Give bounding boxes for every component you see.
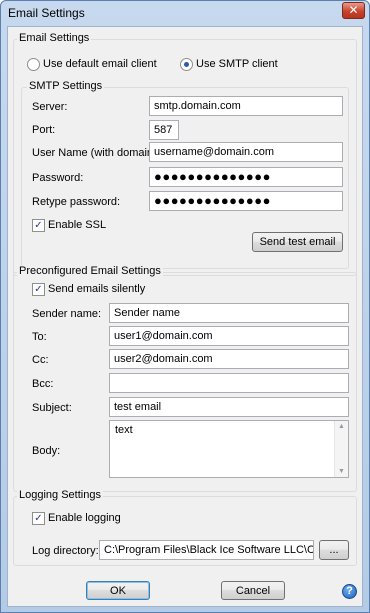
enable-ssl-label[interactable]: Enable SSL: [48, 219, 106, 231]
email-settings-legend: Email Settings: [17, 32, 92, 44]
browse-button[interactable]: ...: [319, 540, 349, 560]
port-input[interactable]: 587: [149, 120, 179, 140]
window-title: Email Settings: [8, 6, 85, 20]
radio-smtp-client-label[interactable]: Use SMTP client: [196, 58, 278, 70]
cc-input[interactable]: user2@domain.com: [109, 349, 349, 369]
radio-default-client[interactable]: [27, 58, 40, 71]
to-label: To:: [32, 331, 47, 343]
checkmark-icon: ✓: [34, 513, 43, 524]
body-text: text: [115, 424, 133, 436]
close-button[interactable]: ✕: [342, 2, 365, 19]
enable-ssl-checkbox[interactable]: ✓: [32, 219, 45, 232]
ok-button[interactable]: OK: [86, 581, 150, 600]
enable-logging-label[interactable]: Enable logging: [48, 512, 121, 524]
body-textarea[interactable]: text ▲ ▼: [109, 420, 349, 478]
log-directory-input[interactable]: C:\Program Files\Black Ice Software LLC\…: [99, 540, 314, 560]
cc-label: Cc:: [32, 354, 49, 366]
bcc-input[interactable]: [109, 373, 349, 393]
logging-legend: Logging Settings: [17, 489, 103, 501]
scroll-down-icon[interactable]: ▼: [335, 468, 348, 475]
send-silently-checkbox[interactable]: ✓: [32, 283, 45, 296]
retype-password-label: Retype password:: [32, 196, 121, 208]
body-label: Body:: [32, 445, 61, 457]
server-input[interactable]: smtp.domain.com: [149, 96, 343, 116]
body-scrollbar[interactable]: ▲ ▼: [334, 421, 348, 477]
password-label: Password:: [32, 172, 84, 184]
radio-default-client-label[interactable]: Use default email client: [43, 58, 157, 70]
dialog-client-area: Email Settings Use default email client …: [7, 26, 363, 607]
close-icon: ✕: [348, 3, 359, 17]
password-input[interactable]: ●●●●●●●●●●●●●●: [149, 167, 343, 187]
title-bar[interactable]: Email Settings ✕: [1, 1, 369, 25]
smtp-settings-legend: SMTP Settings: [27, 80, 105, 92]
help-icon[interactable]: ?: [342, 584, 357, 599]
radio-selected-dot: [184, 62, 189, 67]
subject-input[interactable]: test email: [109, 397, 349, 417]
sender-name-label: Sender name:: [32, 308, 102, 320]
checkmark-icon: ✓: [34, 220, 43, 231]
send-silently-label[interactable]: Send emails silently: [48, 283, 145, 295]
preconfigured-legend: Preconfigured Email Settings: [17, 265, 163, 277]
radio-smtp-client[interactable]: [180, 58, 193, 71]
send-test-email-button[interactable]: Send test email: [252, 232, 343, 252]
enable-logging-checkbox[interactable]: ✓: [32, 512, 45, 525]
retype-password-input[interactable]: ●●●●●●●●●●●●●●: [149, 191, 343, 211]
username-input[interactable]: username@domain.com: [149, 142, 343, 162]
help-glyph: ?: [346, 585, 353, 597]
subject-label: Subject:: [32, 402, 72, 414]
bcc-label: Bcc:: [32, 378, 54, 390]
sender-name-input[interactable]: Sender name: [109, 303, 349, 323]
log-directory-label: Log directory:: [32, 545, 99, 557]
scroll-up-icon[interactable]: ▲: [335, 423, 348, 430]
port-label: Port:: [32, 124, 56, 136]
username-label: User Name (with domain):: [32, 147, 160, 159]
cancel-button[interactable]: Cancel: [221, 581, 285, 600]
checkmark-icon: ✓: [34, 284, 43, 295]
server-label: Server:: [32, 101, 68, 113]
email-settings-window: Email Settings ✕ Email Settings Use defa…: [0, 0, 370, 613]
to-input[interactable]: user1@domain.com: [109, 326, 349, 346]
